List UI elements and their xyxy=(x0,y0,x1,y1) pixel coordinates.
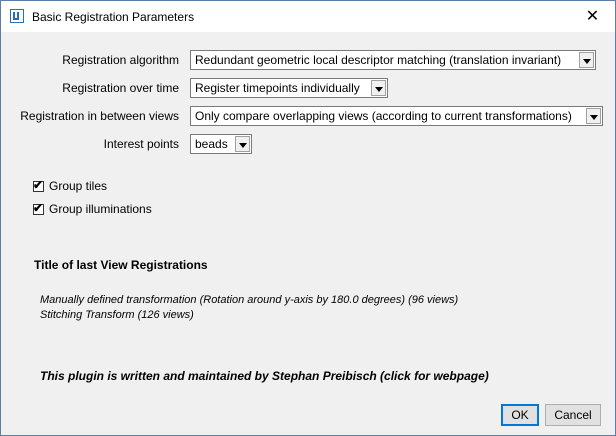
over-time-select[interactable]: Register timepoints individually xyxy=(190,78,388,98)
group-tiles-checkbox[interactable]: ✔ xyxy=(33,178,44,192)
checkmark-icon: ✔ xyxy=(33,178,44,192)
cancel-button[interactable]: Cancel xyxy=(545,404,601,426)
window-title: Basic Registration Parameters xyxy=(32,10,195,24)
chevron-down-icon[interactable] xyxy=(586,108,601,124)
algorithm-label: Registration algorithm xyxy=(62,53,179,67)
title-bar[interactable]: Basic Registration Parameters ✕ xyxy=(1,1,615,32)
algorithm-value: Redundant geometric local descriptor mat… xyxy=(195,53,562,67)
registration-item: Stitching Transform (126 views) xyxy=(40,309,194,321)
imagej-app-icon xyxy=(10,9,24,23)
chevron-down-icon[interactable] xyxy=(235,136,250,152)
close-button[interactable]: ✕ xyxy=(570,1,615,32)
between-views-value: Only compare overlapping views (accordin… xyxy=(195,109,572,123)
chevron-down-icon[interactable] xyxy=(579,52,594,68)
group-tiles-label[interactable]: Group tiles xyxy=(49,179,107,193)
over-time-value: Register timepoints individually xyxy=(195,81,360,95)
interest-points-label: Interest points xyxy=(103,137,179,151)
close-icon: ✕ xyxy=(585,8,600,25)
checkmark-icon: ✔ xyxy=(33,201,44,215)
algorithm-select[interactable]: Redundant geometric local descriptor mat… xyxy=(190,50,596,70)
interest-points-value: beads xyxy=(195,137,228,151)
plugin-webpage-link[interactable]: This plugin is written and maintained by… xyxy=(40,369,489,383)
registration-item: Manually defined transformation (Rotatio… xyxy=(40,294,459,306)
between-views-select[interactable]: Only compare overlapping views (accordin… xyxy=(190,106,603,126)
between-views-label: Registration in between views xyxy=(20,109,179,123)
group-illuminations-label[interactable]: Group illuminations xyxy=(49,202,152,216)
dialog-window: Basic Registration Parameters ✕ Registra… xyxy=(0,0,616,436)
over-time-label: Registration over time xyxy=(62,81,179,95)
chevron-down-icon[interactable] xyxy=(371,80,386,96)
interest-points-select[interactable]: beads xyxy=(190,134,252,154)
last-registrations-heading: Title of last View Registrations xyxy=(34,258,208,272)
group-illuminations-checkbox[interactable]: ✔ xyxy=(33,201,44,215)
ok-button[interactable]: OK xyxy=(501,404,539,426)
